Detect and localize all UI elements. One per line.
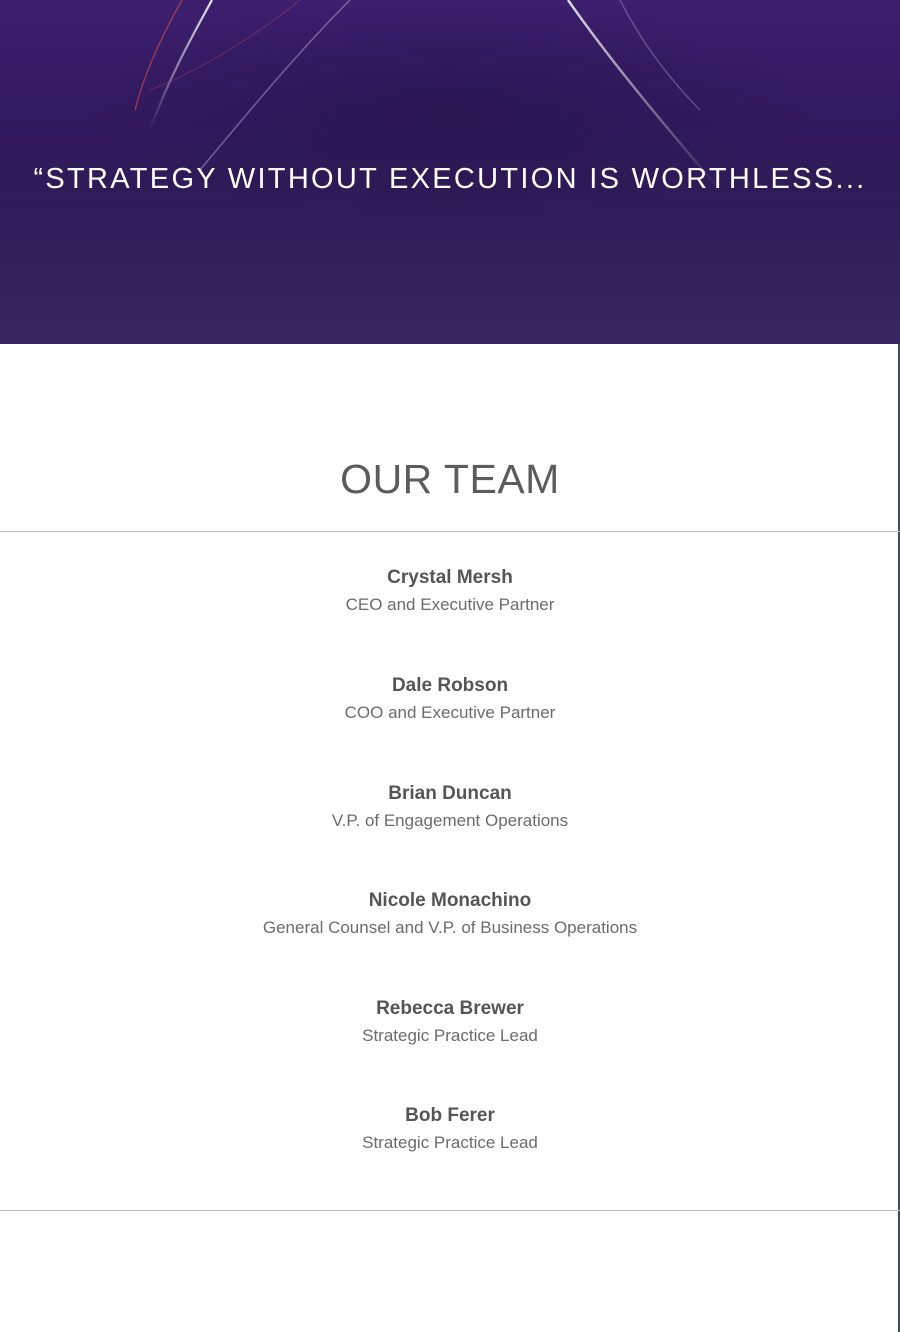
team-member-brian-duncan: Brian Duncan V.P. of Engagement Operatio… (0, 780, 900, 834)
team-member-bob-ferer: Bob Ferer Strategic Practice Lead (0, 1102, 900, 1156)
team-member-rebecca-brewer: Rebecca Brewer Strategic Practice Lead (0, 995, 900, 1049)
hero-quote: “STRATEGY WITHOUT EXECUTION IS WORTHLESS… (33, 163, 867, 195)
member-name: Dale Robson (391, 675, 509, 696)
team-section-title: OUR TEAM (340, 456, 560, 502)
member-name: Brian Duncan (388, 783, 512, 804)
member-role: General Counsel and V.P. of Business Ope… (262, 918, 638, 937)
member-name: Rebecca Brewer (376, 998, 524, 1019)
page: “STRATEGY WITHOUT EXECUTION IS WORTHLESS… (0, 0, 900, 1332)
team-member-dale-robson: Dale Robson COO and Executive Partner (0, 672, 900, 726)
member-role: COO and Executive Partner (344, 703, 556, 722)
team-member-nicole-monachino: Nicole Monachino General Counsel and V.P… (0, 887, 900, 941)
hero-banner: “STRATEGY WITHOUT EXECUTION IS WORTHLESS… (0, 0, 900, 344)
member-role: Strategic Practice Lead (362, 1133, 538, 1152)
member-role: V.P. of Engagement Operations (331, 811, 569, 830)
member-name: Nicole Monachino (368, 890, 532, 911)
member-name: Bob Ferer (405, 1105, 495, 1126)
member-role: CEO and Executive Partner (345, 595, 555, 614)
member-name: Crystal Mersh (387, 567, 513, 588)
member-role: Strategic Practice Lead (362, 1026, 538, 1045)
team-member-crystal-mersh: Crystal Mersh CEO and Executive Partner (0, 564, 900, 618)
divider-bottom (0, 1210, 900, 1211)
divider-top (0, 531, 900, 532)
